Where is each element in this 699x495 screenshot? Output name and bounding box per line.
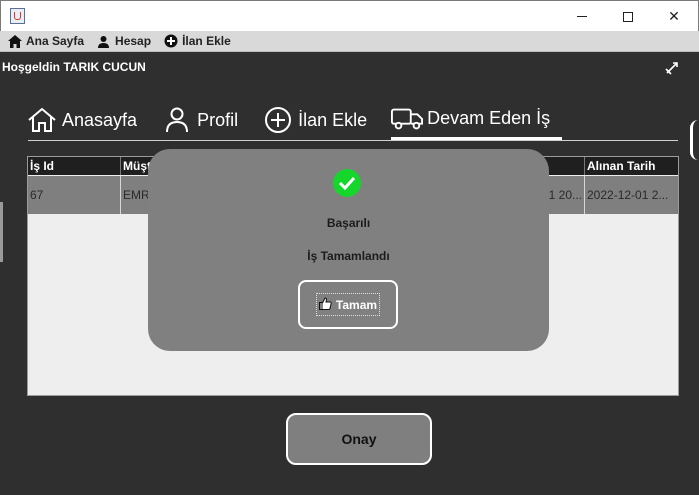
tab-label: Profil bbox=[197, 109, 239, 130]
tab-divider bbox=[28, 140, 678, 141]
ok-button-label: Tamam bbox=[335, 297, 378, 312]
dialog-title: Başarılı bbox=[326, 216, 371, 230]
tab-bar: Anasayfa Profil İlan Ekle Devam Eden İş bbox=[26, 96, 563, 140]
cell-id: 67 bbox=[28, 176, 121, 214]
maximize-icon bbox=[623, 11, 633, 22]
success-dialog: Başarılı İş Tamamlandı Tamam bbox=[148, 149, 549, 351]
edge-decoration bbox=[0, 202, 3, 262]
window-titlebar: ✕ bbox=[0, 0, 699, 31]
check-circle-icon bbox=[333, 169, 361, 197]
logout-icon[interactable] bbox=[664, 60, 680, 76]
plus-circle-outline-icon bbox=[262, 106, 294, 134]
menu-item-label: Hesap bbox=[115, 34, 152, 48]
tab-label: Anasayfa bbox=[62, 109, 138, 130]
truck-icon bbox=[391, 105, 424, 133]
column-header-received-date[interactable]: Alınan Tarih bbox=[585, 157, 678, 175]
maximize-button[interactable] bbox=[605, 1, 651, 32]
close-button[interactable]: ✕ bbox=[651, 1, 697, 32]
tab-label: Devam Eden İş bbox=[427, 108, 551, 128]
main-panel: Hoşgeldin TARIK CUCUN Anasayfa Profil İl… bbox=[0, 52, 699, 495]
close-icon: ✕ bbox=[668, 8, 680, 25]
plus-circle-icon bbox=[163, 34, 178, 48]
menu-item-hesap[interactable]: Hesap bbox=[96, 34, 151, 48]
menu-bar: Ana Sayfa Hesap İlan Ekle bbox=[0, 31, 699, 52]
thumbs-up-icon bbox=[318, 295, 332, 314]
menu-item-ana-sayfa[interactable]: Ana Sayfa bbox=[7, 34, 84, 48]
tab-profil[interactable]: Profil bbox=[161, 100, 238, 140]
column-header-id[interactable]: İş Id bbox=[28, 157, 121, 175]
home-icon bbox=[7, 34, 22, 48]
user-icon bbox=[96, 34, 111, 48]
menu-item-label: İlan Ekle bbox=[182, 34, 231, 48]
java-cup-icon bbox=[10, 8, 25, 24]
welcome-text: Hoşgeldin TARIK CUCUN bbox=[2, 60, 146, 74]
minimize-icon bbox=[577, 16, 587, 17]
home-outline-icon bbox=[26, 106, 58, 134]
ok-button-content: Tamam bbox=[315, 293, 381, 316]
minimize-button[interactable] bbox=[559, 1, 605, 32]
tab-ilan-ekle[interactable]: İlan Ekle bbox=[262, 100, 367, 140]
menu-item-ilan-ekle[interactable]: İlan Ekle bbox=[163, 34, 231, 48]
ok-button[interactable]: Tamam bbox=[298, 280, 398, 329]
cell-received-date: 2022-12-01 2... bbox=[587, 188, 669, 202]
person-outline-icon bbox=[161, 106, 193, 134]
tab-label: İlan Ekle bbox=[298, 109, 368, 130]
menu-item-label: Ana Sayfa bbox=[26, 34, 85, 48]
confirm-button[interactable]: Onay bbox=[286, 413, 432, 465]
tab-anasayfa[interactable]: Anasayfa bbox=[26, 100, 137, 140]
edge-decoration bbox=[690, 120, 699, 160]
tab-devam-eden-is[interactable]: Devam Eden İş bbox=[391, 100, 563, 140]
dialog-message: İş Tamamlandı bbox=[307, 249, 390, 263]
